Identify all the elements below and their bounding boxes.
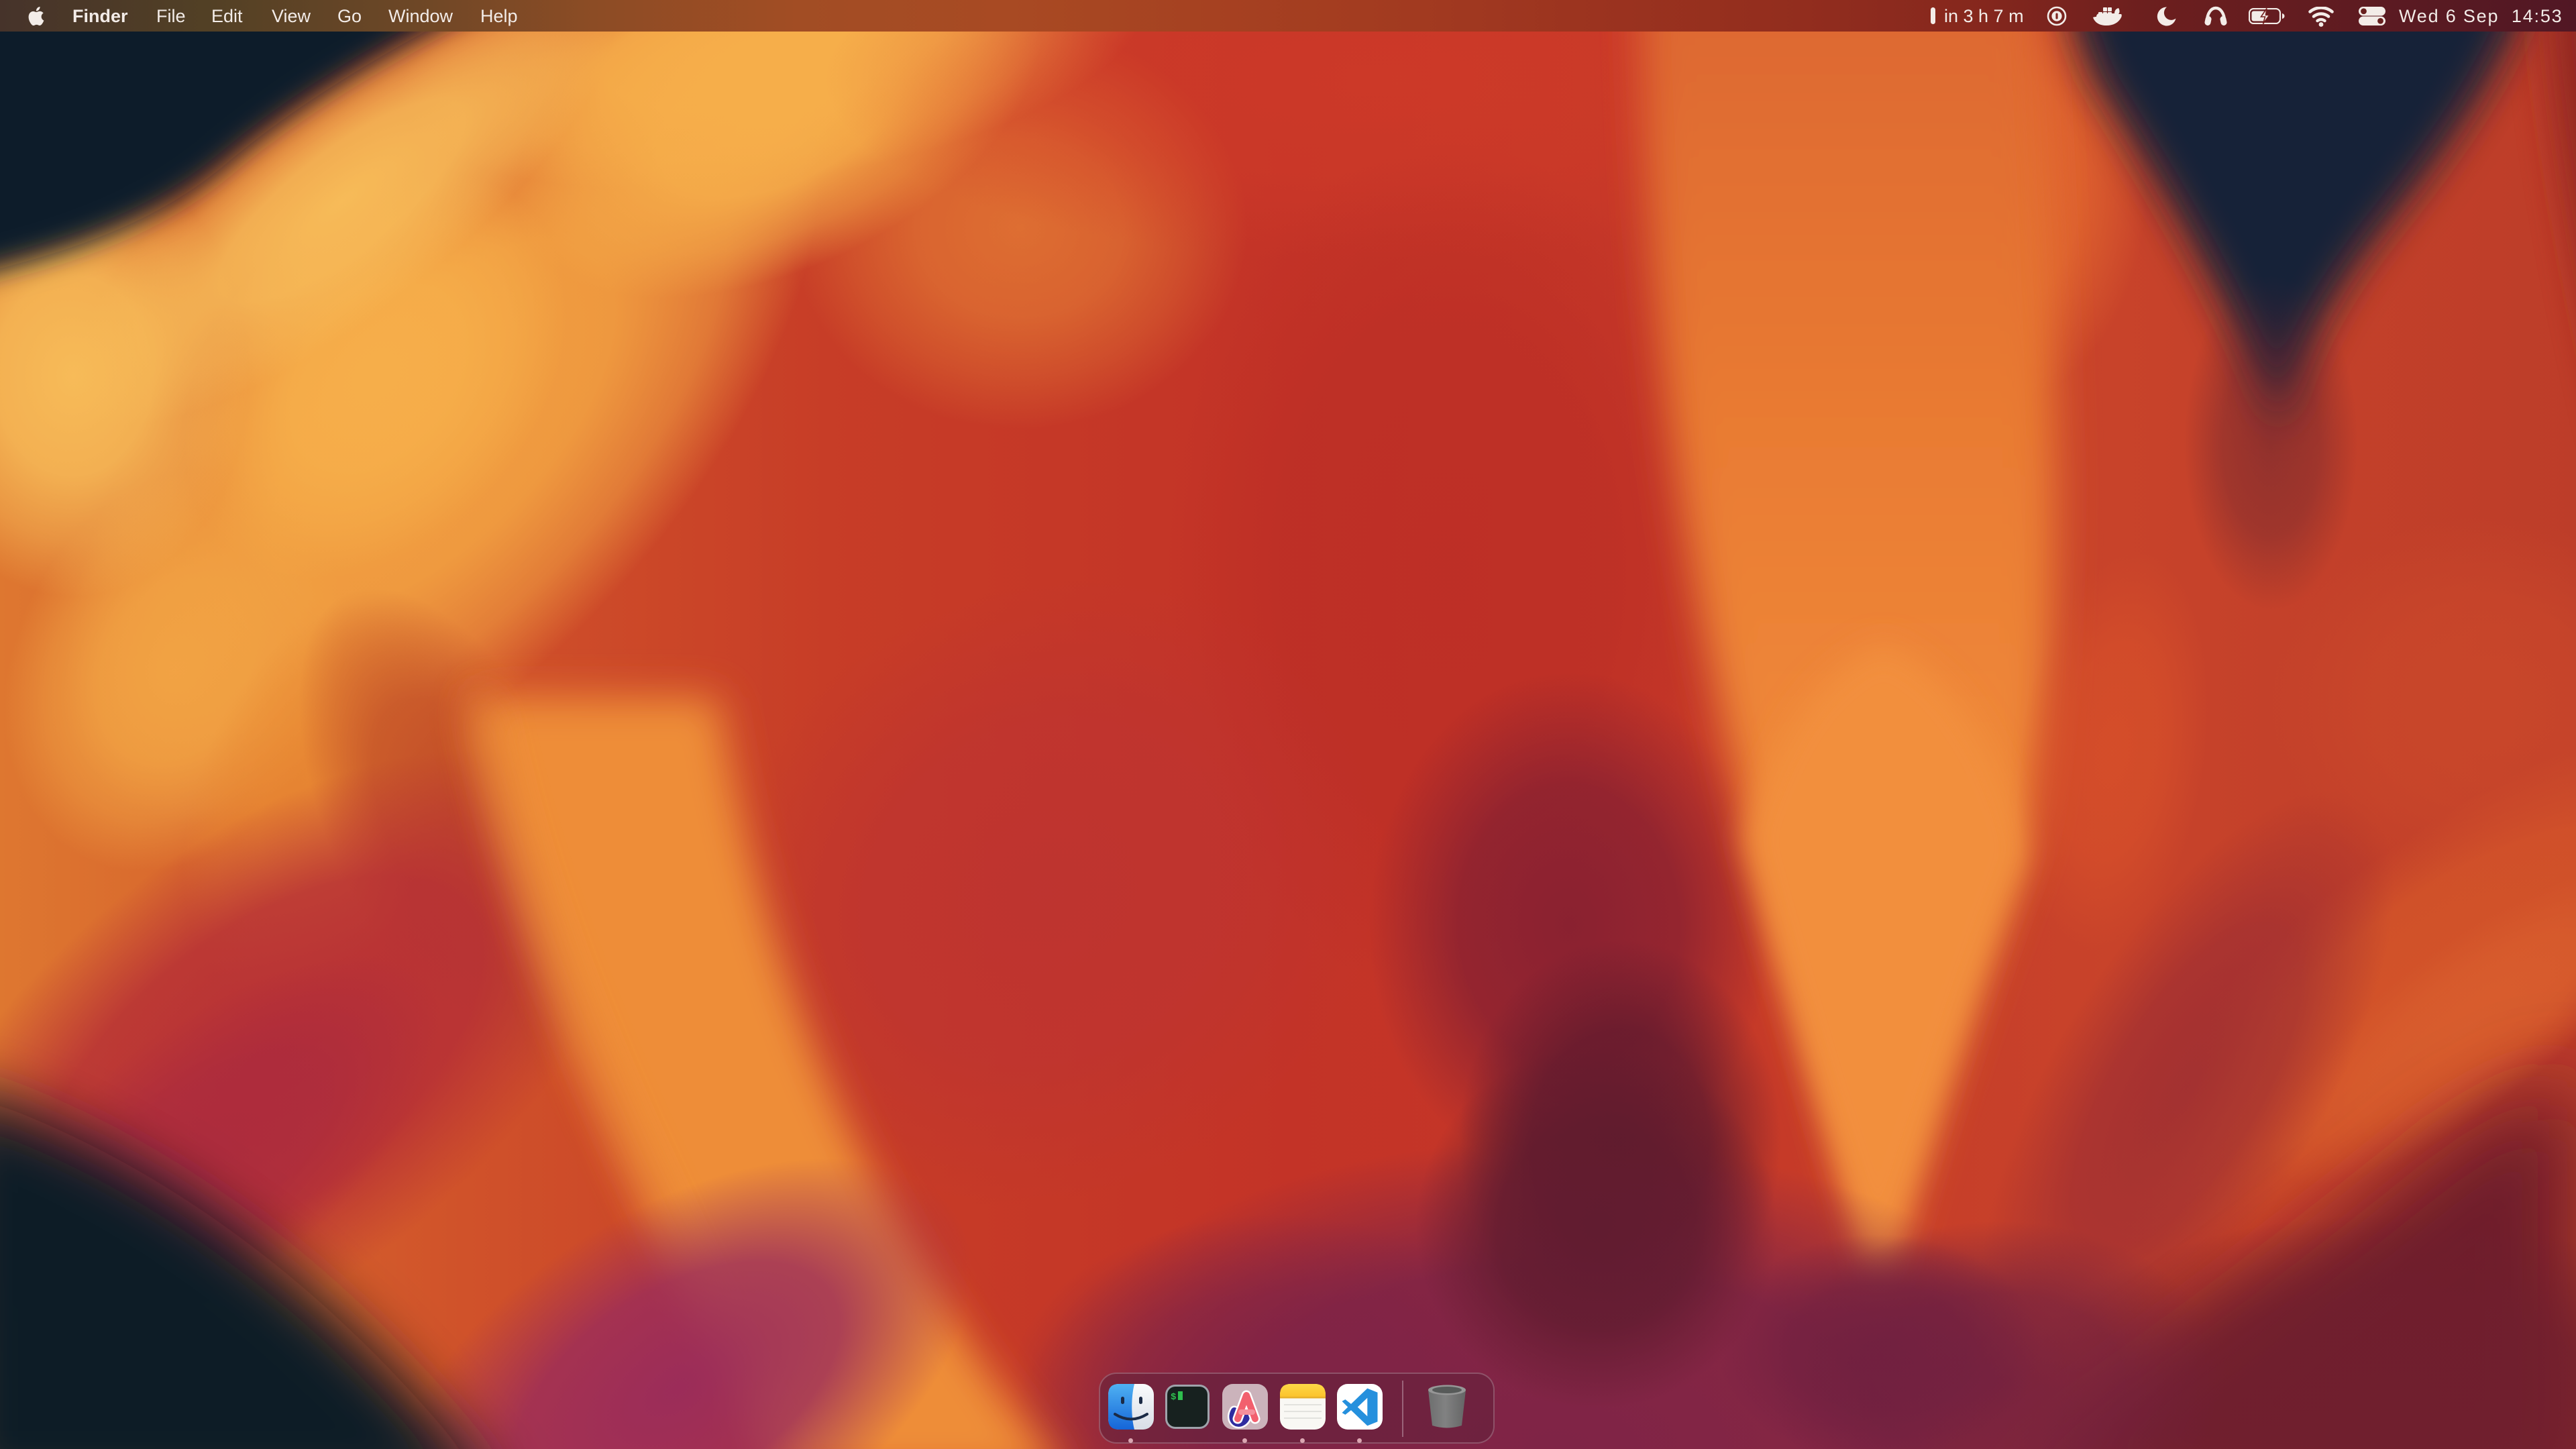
svg-text:$: $ (1171, 1392, 1176, 1403)
